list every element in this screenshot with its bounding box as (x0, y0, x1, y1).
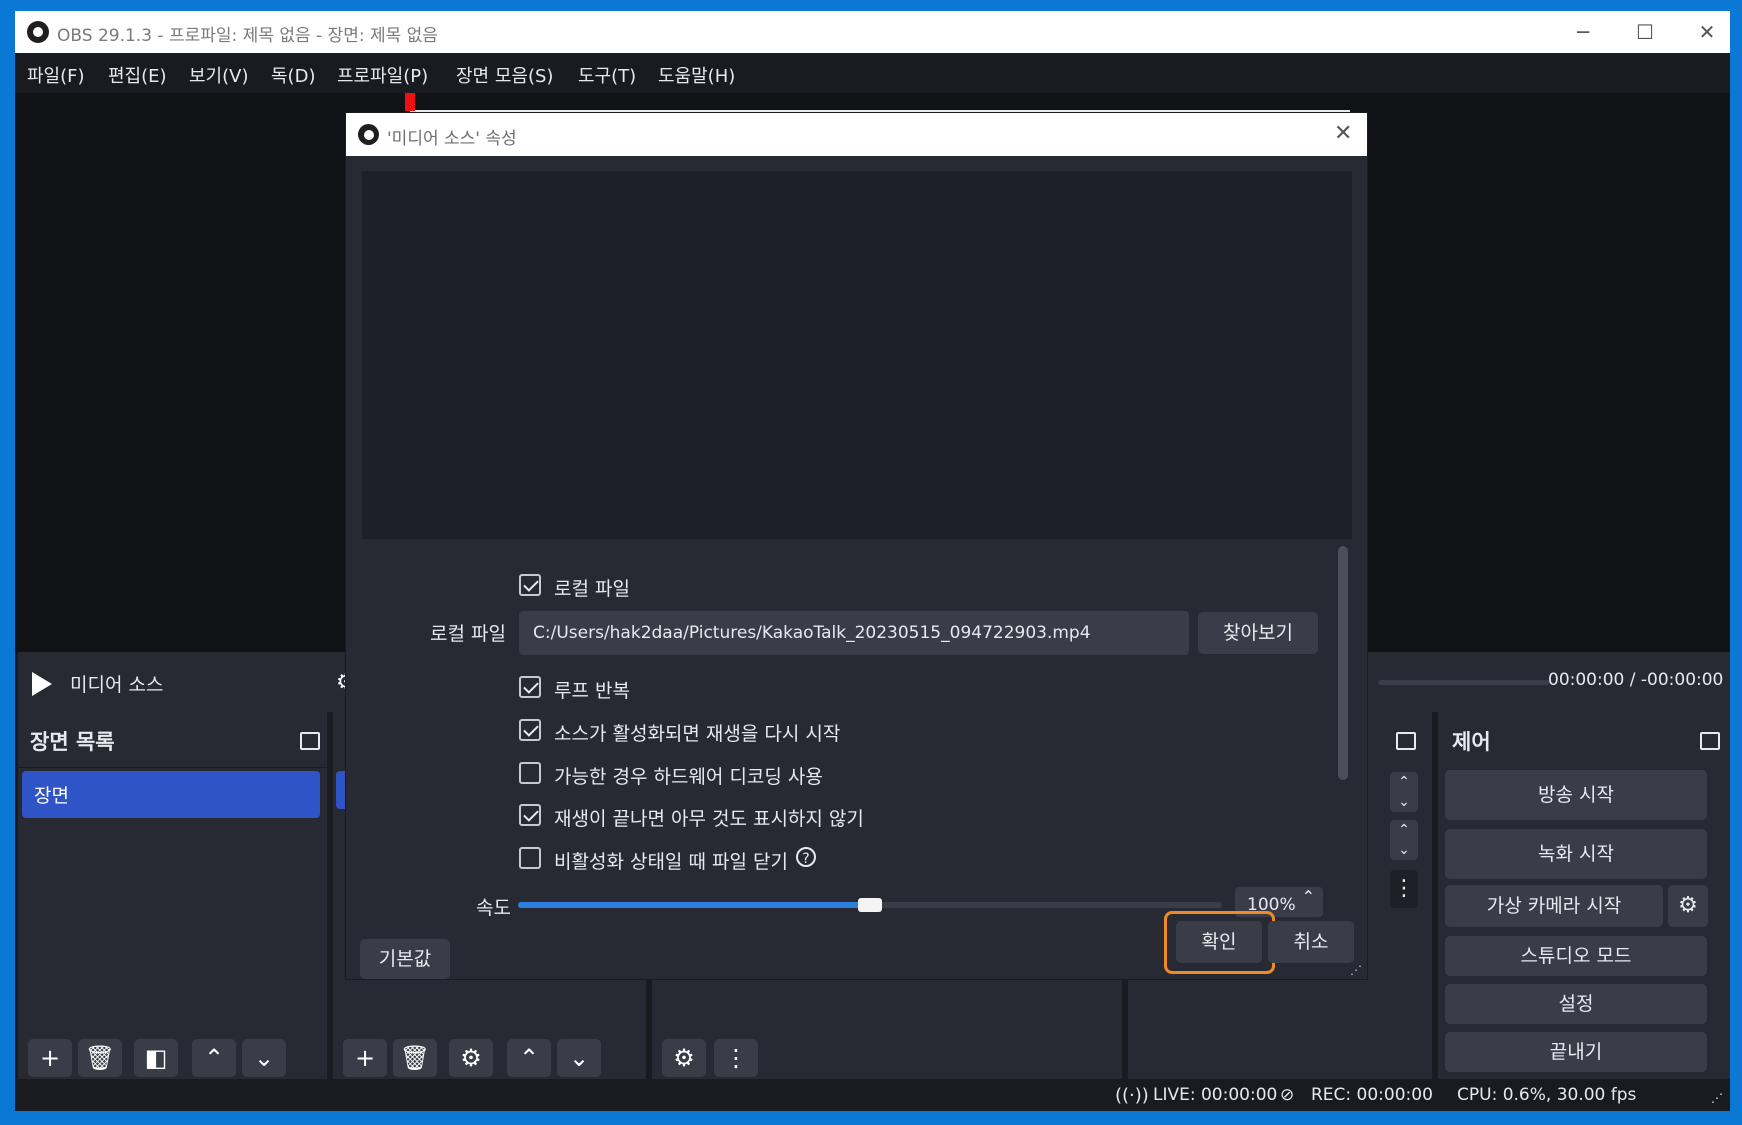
add-scene-button[interactable]: + (28, 1039, 72, 1077)
mixer-menu-button[interactable]: ⋮ (714, 1039, 758, 1077)
menu-tools[interactable]: 도구(T) (578, 62, 636, 88)
start-virtual-camera-button[interactable]: 가상 카메라 시작 (1445, 885, 1663, 927)
properties-scrollbar[interactable] (1338, 546, 1348, 780)
move-source-up-button[interactable]: ⌃ (507, 1039, 551, 1077)
scene-list-item[interactable]: 장면 (22, 771, 320, 818)
transition-select[interactable]: ⌃ ⌄ (1390, 772, 1418, 812)
live-signal-icon: ((·)) (1115, 1085, 1149, 1106)
local-file-field-label: 로컬 파일 (430, 623, 506, 645)
properties-panel: 로컬 파일 로컬 파일 C:/Users/hak2daa/Pictures/Ka… (362, 545, 1352, 919)
hw-decoding-checkbox[interactable] (519, 762, 541, 784)
menu-view[interactable]: 보기(V) (189, 62, 248, 88)
minimize-button[interactable]: ─ (1552, 11, 1614, 53)
scenes-dock: 장면 목록 장면 + 🗑 ◧ ⌃ ⌄ (18, 712, 327, 1079)
cancel-button[interactable]: 취소 (1268, 921, 1354, 963)
media-timeline[interactable] (1378, 680, 1550, 685)
live-status: LIVE: 00:00:00 (1153, 1085, 1278, 1105)
browse-button[interactable]: 찾아보기 (1198, 612, 1318, 654)
speed-label: 속도 (476, 897, 511, 919)
exit-button[interactable]: 끝내기 (1445, 1032, 1707, 1072)
studio-mode-button[interactable]: 스튜디오 모드 (1445, 936, 1707, 976)
add-source-button[interactable]: + (343, 1039, 387, 1077)
source-properties-button[interactable]: ⚙ (449, 1039, 493, 1077)
loop-checkbox[interactable] (519, 676, 541, 698)
local-file-checkbox-label: 로컬 파일 (554, 578, 630, 600)
selected-source-name: 미디어 소스 (70, 674, 164, 696)
speed-slider-handle[interactable] (858, 898, 882, 912)
undock-icon[interactable] (300, 732, 320, 750)
duration-spinbox[interactable]: ⌃ ⌄ (1390, 820, 1418, 860)
ok-button[interactable]: 확인 (1176, 921, 1262, 963)
chevron-up-icon[interactable]: ⌃ (1302, 887, 1315, 915)
virtual-camera-settings-gear-icon[interactable]: ⚙ (1668, 885, 1708, 927)
hide-when-ended-checkbox[interactable] (519, 804, 541, 826)
loop-checkbox-label: 루프 반복 (554, 680, 630, 702)
media-time: 00:00:00 / -00:00:00 (1548, 670, 1724, 690)
menu-docks[interactable]: 독(D) (271, 62, 315, 88)
move-scene-down-button[interactable]: ⌄ (242, 1039, 286, 1077)
settings-button[interactable]: 설정 (1445, 984, 1707, 1024)
close-when-inactive-label: 비활성화 상태일 때 파일 닫기 (554, 851, 788, 873)
speed-slider-fill (518, 902, 870, 908)
scene-filters-button[interactable]: ◧ (134, 1039, 178, 1077)
menu-profile[interactable]: 프로파일(P) (337, 62, 428, 88)
remove-scene-button[interactable]: 🗑 (78, 1039, 122, 1077)
obs-logo-icon (358, 124, 379, 145)
hide-when-ended-label: 재생이 끝나면 아무 것도 표시하지 않기 (554, 808, 864, 830)
transition-menu-icon[interactable]: ⋮ (1390, 870, 1418, 908)
resize-grip-icon[interactable]: ⋰ (1711, 1091, 1723, 1105)
play-icon[interactable] (32, 672, 52, 696)
rec-disabled-icon: ⊘ (1280, 1085, 1295, 1105)
status-bar: ((·)) LIVE: 00:00:00 ⊘ REC: 00:00:00 CPU… (15, 1079, 1730, 1111)
menu-scene-collection[interactable]: 장면 모음(S) (456, 62, 553, 88)
title-bar: OBS 29.1.3 - 프로파일: 제목 없음 - 장면: 제목 없음 ─ ☐… (15, 11, 1730, 53)
dialog-close-icon[interactable]: ✕ (1334, 121, 1352, 146)
preview-anchor-marker (405, 93, 415, 111)
dialog-title: '미디어 소스' 속성 (387, 129, 517, 149)
scenes-header: 장면 목록 (30, 730, 115, 754)
local-file-checkbox[interactable] (519, 574, 541, 596)
rec-status: REC: 00:00:00 (1311, 1085, 1433, 1105)
dialog-title-bar: '미디어 소스' 속성 ✕ (346, 113, 1367, 156)
dialog-source-preview (362, 171, 1352, 539)
start-streaming-button[interactable]: 방송 시작 (1445, 770, 1707, 820)
undock-icon[interactable] (1396, 732, 1416, 750)
menu-edit[interactable]: 편집(E) (108, 62, 167, 88)
local-file-path-input[interactable]: C:/Users/hak2daa/Pictures/KakaoTalk_2023… (519, 611, 1189, 655)
menu-bar: 파일(F) 편집(E) 보기(V) 독(D) 프로파일(P) 장면 모음(S) … (15, 53, 1730, 93)
hw-decoding-label: 가능한 경우 하드웨어 디코딩 사용 (554, 766, 823, 788)
close-when-inactive-checkbox[interactable] (519, 847, 541, 869)
close-button[interactable]: ✕ (1676, 11, 1730, 53)
controls-dock: 제어 방송 시작 녹화 시작 가상 카메라 시작 ⚙ 스튜디오 모드 설정 끝내… (1438, 712, 1730, 1079)
window-title: OBS 29.1.3 - 프로파일: 제목 없음 - 장면: 제목 없음 (57, 26, 438, 46)
restart-on-activate-checkbox[interactable] (519, 719, 541, 741)
cpu-status: CPU: 0.6%, 30.00 fps (1457, 1085, 1637, 1105)
advanced-audio-button[interactable]: ⚙ (662, 1039, 706, 1077)
start-recording-button[interactable]: 녹화 시작 (1445, 829, 1707, 879)
menu-file[interactable]: 파일(F) (27, 62, 85, 88)
move-source-down-button[interactable]: ⌄ (557, 1039, 601, 1077)
menu-help[interactable]: 도움말(H) (658, 62, 735, 88)
defaults-button[interactable]: 기본값 (360, 939, 450, 979)
restart-on-activate-label: 소스가 활성화되면 재생을 다시 시작 (554, 723, 841, 745)
media-source-properties-dialog: '미디어 소스' 속성 ✕ 로컬 파일 로컬 파일 C:/Users/hak2d… (345, 112, 1368, 980)
move-scene-up-button[interactable]: ⌃ (192, 1039, 236, 1077)
maximize-button[interactable]: ☐ (1614, 11, 1676, 53)
remove-source-button[interactable]: 🗑 (393, 1039, 437, 1077)
controls-header: 제어 (1452, 730, 1491, 754)
undock-icon[interactable] (1700, 732, 1720, 750)
obs-logo-icon (27, 21, 49, 43)
help-icon[interactable]: ? (796, 847, 816, 867)
resize-grip-icon[interactable]: ⋰ (1350, 963, 1362, 977)
divider (18, 767, 327, 768)
